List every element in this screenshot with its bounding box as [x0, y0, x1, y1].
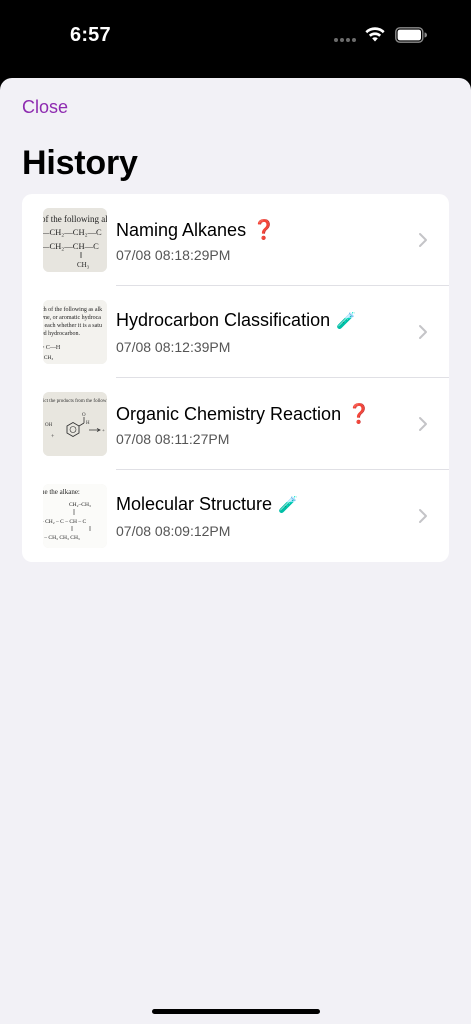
status-bar: 6:57	[0, 0, 471, 78]
svg-text:₂ – CH₃ CH₃ CH₃: ₂ – CH₃ CH₃ CH₃	[43, 535, 80, 541]
chevron-right-icon	[419, 417, 427, 431]
cellular-signal-icon	[334, 38, 356, 42]
chevron-right-icon	[419, 233, 427, 247]
chevron-right-icon	[419, 325, 427, 339]
svg-text:ne the alkane:: ne the alkane:	[43, 488, 80, 496]
home-indicator[interactable]	[152, 1009, 320, 1014]
thumbnail-image: of the following alk —CH₂—CH₂—C —CH₂—CH—…	[43, 208, 107, 272]
svg-text:CH₂–CH₃: CH₂–CH₃	[69, 502, 91, 508]
svg-text:O: O	[82, 413, 86, 418]
svg-text:—CH₂—CH—C: —CH₂—CH—C	[43, 241, 99, 251]
chevron-right-icon	[419, 509, 427, 523]
benzene-reaction-photo-icon: ict the products from the followin OH + …	[43, 392, 107, 456]
history-item[interactable]: ch of the following as alk yne, or aroma…	[22, 286, 449, 378]
question-mark-icon: ❓	[347, 404, 371, 425]
history-item-timestamp: 07/08 08:18:29PM	[116, 247, 231, 263]
svg-text:– CH₂ – C – CH – C: – CH₂ – C – CH – C	[43, 519, 86, 525]
history-item[interactable]: ict the products from the followin OH + …	[22, 378, 449, 470]
thumbnail-image: ict the products from the followin OH + …	[43, 392, 107, 456]
history-item[interactable]: ne the alkane: ₃ CH₂–CH₃ – CH₂ – C – CH …	[22, 470, 449, 562]
svg-text:ch of the following as alk: ch of the following as alk	[43, 306, 102, 313]
svg-text:+: +	[102, 429, 105, 434]
svg-text:H: H	[86, 421, 90, 426]
svg-text:OH: OH	[45, 423, 53, 428]
history-item-title: Naming Alkanes ❓	[116, 218, 276, 242]
svg-text:yne, or aromatic hydroca: yne, or aromatic hydroca	[43, 315, 101, 321]
wifi-icon	[365, 27, 385, 42]
history-item-timestamp: 07/08 08:11:27PM	[116, 431, 230, 447]
svg-text:CH₃: CH₃	[77, 261, 90, 269]
alkane-drawing-photo-icon: ne the alkane: ₃ CH₂–CH₃ – CH₂ – C – CH …	[43, 484, 107, 548]
history-item-timestamp: 07/08 08:09:12PM	[116, 523, 231, 539]
svg-text:. CH₃: . CH₃	[43, 355, 53, 361]
history-sheet: Close History of the following alk —CH₂—…	[0, 78, 471, 1024]
svg-text:= C—H: = C—H	[43, 345, 61, 351]
svg-text:—CH₂—CH₂—C: —CH₂—CH₂—C	[43, 227, 102, 237]
alkane-structure-photo-icon: of the following alk —CH₂—CH₂—C —CH₂—CH—…	[43, 208, 107, 272]
history-item-title: Molecular Structure 🧪	[116, 494, 298, 515]
history-item[interactable]: of the following alk —CH₂—CH₂—C —CH₂—CH—…	[22, 194, 449, 286]
history-item-timestamp: 07/08 08:12:39PM	[116, 339, 231, 355]
test-tube-icon: 🧪	[278, 497, 298, 514]
svg-text:ed hydrocarbon.: ed hydrocarbon.	[43, 331, 80, 337]
close-button[interactable]: Close	[22, 97, 68, 118]
history-item-title: Hydrocarbon Classification 🧪	[116, 310, 356, 331]
test-tube-icon: 🧪	[336, 313, 357, 330]
title-text: Molecular Structure	[116, 494, 273, 514]
thumbnail-image: ch of the following as alk yne, or aroma…	[43, 300, 107, 364]
history-list: of the following alk —CH₂—CH₂—C —CH₂—CH—…	[22, 194, 449, 562]
history-item-title: Organic Chemistry Reaction ❓	[116, 402, 371, 426]
battery-icon	[395, 27, 427, 43]
title-text: Hydrocarbon Classification	[116, 310, 331, 330]
title-text: Naming Alkanes	[116, 220, 247, 240]
status-time: 6:57	[70, 24, 111, 46]
page-title: History	[22, 144, 138, 182]
thumbnail-image: ne the alkane: ₃ CH₂–CH₃ – CH₂ – C – CH …	[43, 484, 107, 548]
worksheet-text-photo-icon: ch of the following as alk yne, or aroma…	[43, 300, 107, 364]
question-mark-icon: ❓	[252, 220, 276, 241]
svg-text:of the following alk: of the following alk	[43, 214, 107, 224]
svg-text:ict the products from the foll: ict the products from the followin	[43, 399, 107, 404]
title-text: Organic Chemistry Reaction	[116, 404, 342, 424]
svg-text:r each whether it is a satu: r each whether it is a satu	[43, 323, 102, 329]
